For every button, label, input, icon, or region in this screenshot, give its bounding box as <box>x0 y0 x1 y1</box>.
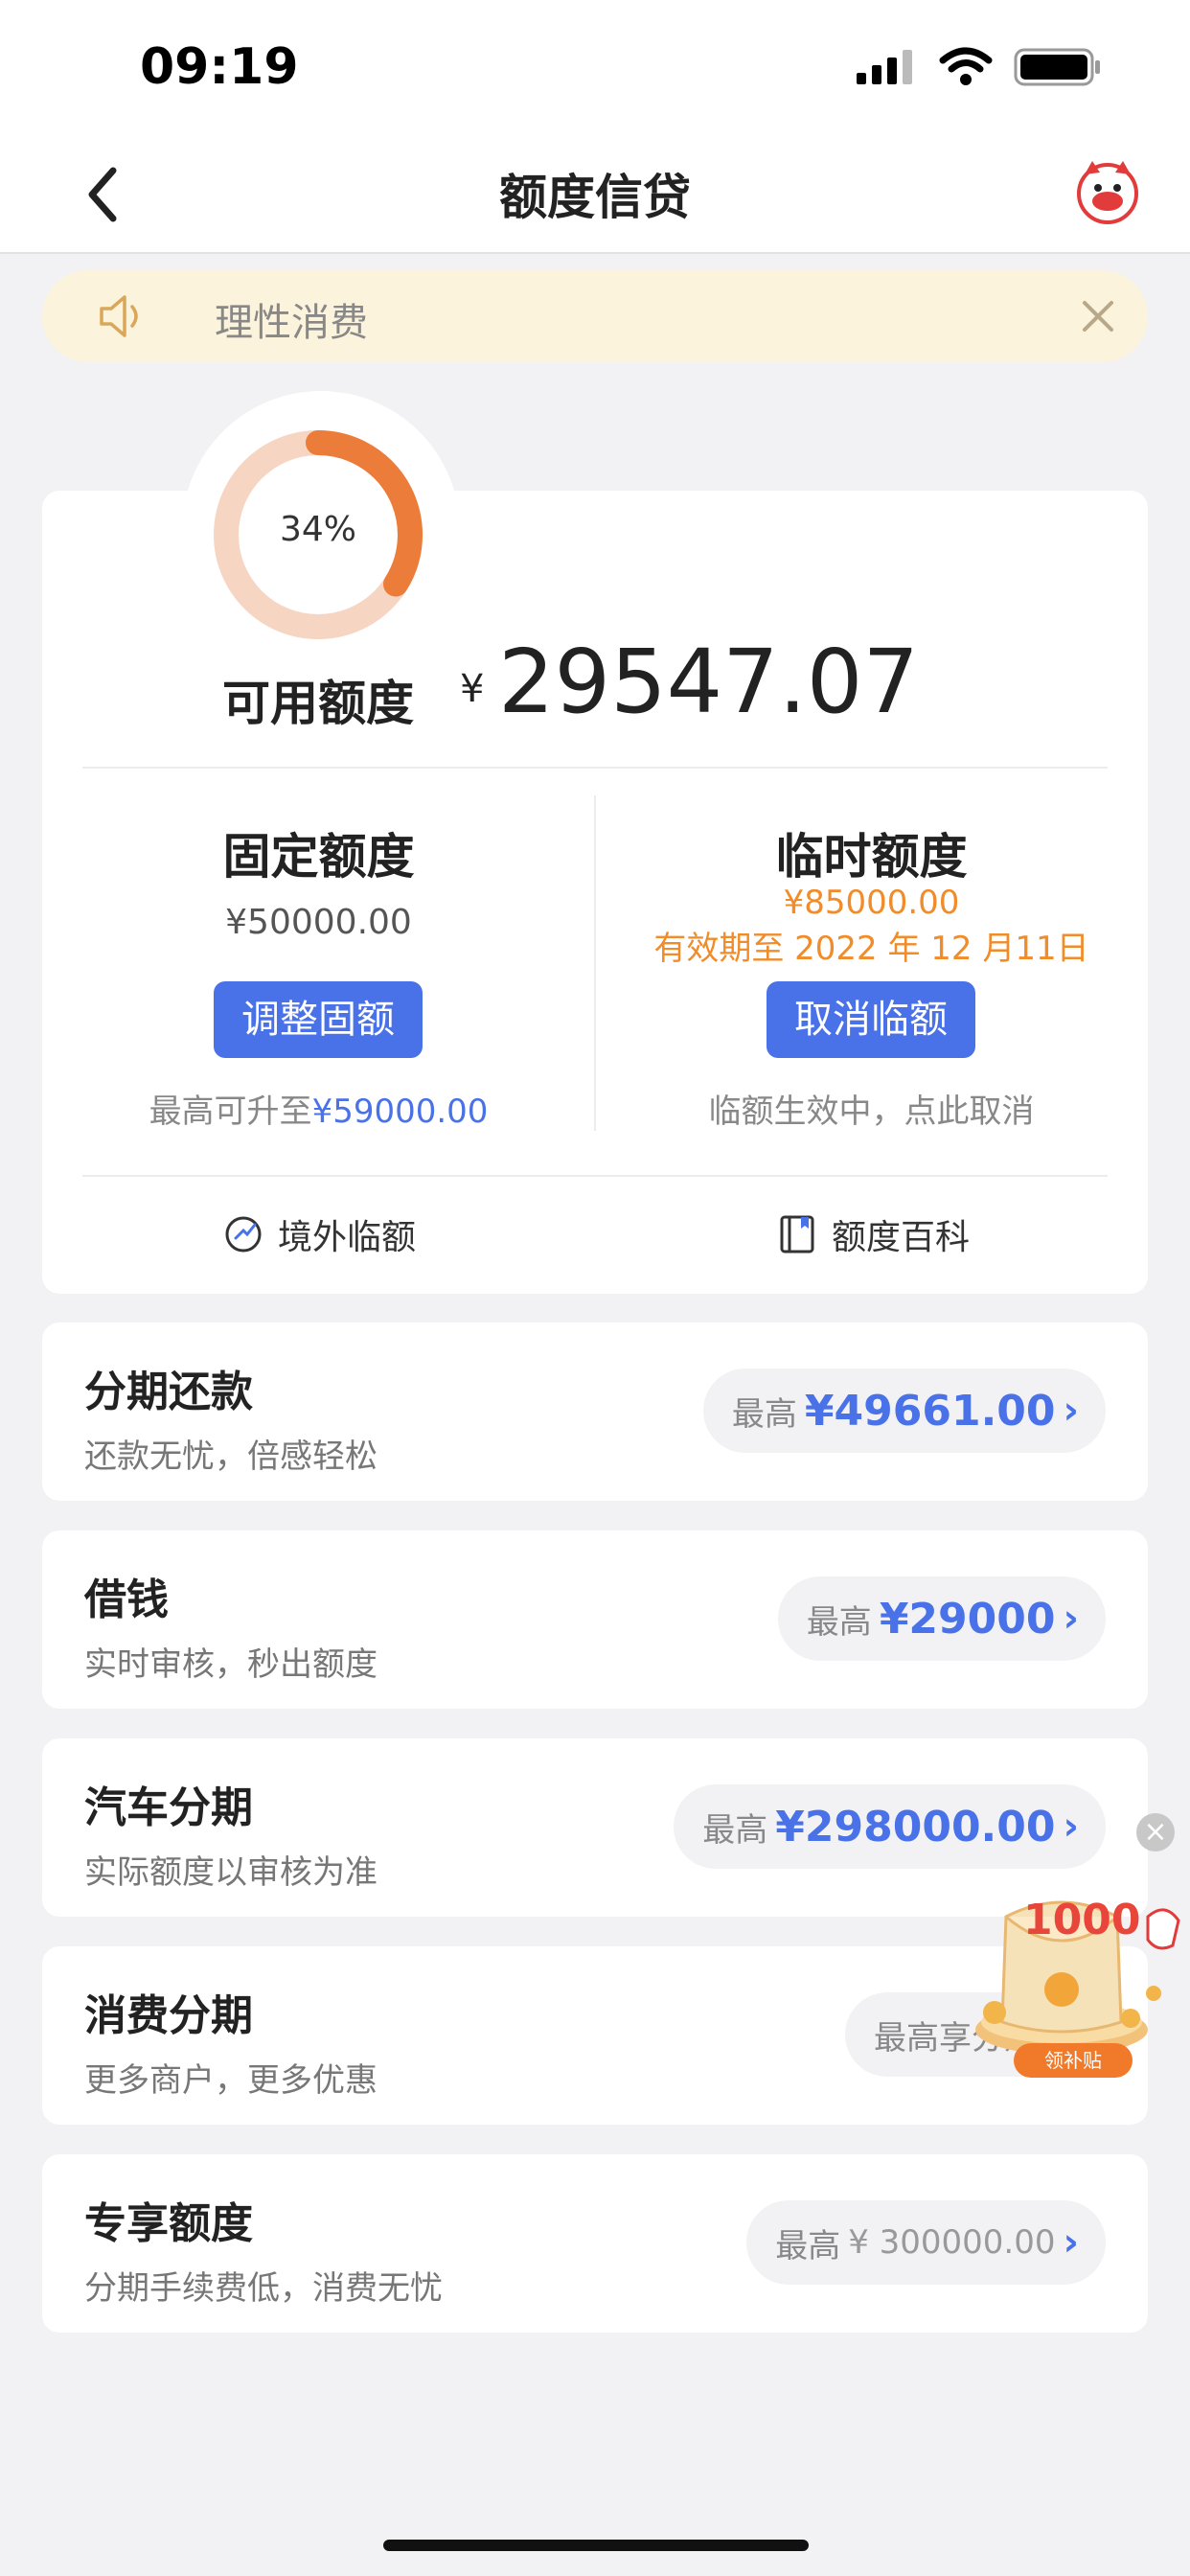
cancel-temp-button[interactable]: 取消临额 <box>767 981 975 1058</box>
promo-amount: 1000 <box>1023 1896 1141 1944</box>
quick-link-label: 额度百科 <box>832 1218 971 1257</box>
notice-banner[interactable]: 理性消费 <box>42 270 1148 362</box>
service-title: 汽车分期 <box>84 1783 253 1832</box>
fixed-hint-prefix: 最高可升至 <box>149 1092 312 1131</box>
status-icons <box>857 46 1102 88</box>
temp-amount: ¥85000.00 <box>783 884 960 922</box>
limit-pill[interactable]: 最高 ¥298000.00 › <box>674 1784 1106 1869</box>
temp-hint[interactable]: 临额生效中，点此取消 <box>595 1085 1148 1132</box>
mascot-icon[interactable] <box>1071 155 1144 228</box>
close-icon[interactable] <box>1077 295 1119 337</box>
service-card-exclusive-limit[interactable]: 专享额度 分期手续费低，消费无忧 最高 ¥ 300000.00 › <box>42 2154 1148 2333</box>
book-icon <box>780 1215 814 1254</box>
service-card-borrow[interactable]: 借钱 实时审核，秒出额度 最高 ¥29000 › <box>42 1530 1148 1709</box>
available-amount: 29547.07 <box>498 631 919 733</box>
page-title: 额度信贷 <box>499 170 691 225</box>
pill-prefix: 最高 <box>731 1394 797 1434</box>
promo-widget[interactable]: 1000 领补贴 <box>966 1878 1188 2089</box>
available-currency: ¥ <box>460 667 485 711</box>
divider <box>82 1175 1108 1177</box>
pill-amount: ¥29000 <box>879 1594 1056 1644</box>
pill-amount: ¥298000.00 <box>775 1802 1056 1852</box>
chevron-right-icon: › <box>1063 1597 1079 1641</box>
service-subtitle: 实际额度以审核为准 <box>84 1853 378 1892</box>
fixed-hint[interactable]: 最高可升至¥59000.00 <box>42 1085 595 1132</box>
limit-pill[interactable]: 最高 ¥49661.00 › <box>702 1368 1106 1453</box>
notice-text: 理性消费 <box>215 301 368 345</box>
service-subtitle: 还款无忧，倍感轻松 <box>84 1438 378 1476</box>
divider <box>82 767 1108 769</box>
temp-validity: 有效期至 2022 年 12 月11日 <box>653 930 1089 968</box>
speaker-icon <box>100 295 138 337</box>
battery-icon <box>1014 48 1100 86</box>
pill-prefix: 最高 <box>806 1602 872 1642</box>
service-title: 借钱 <box>84 1576 169 1624</box>
pill-prefix: 最高 <box>775 2226 841 2266</box>
adjust-fixed-button[interactable]: 调整固额 <box>214 981 423 1058</box>
quick-link-overseas[interactable]: 境外临额 <box>222 1209 416 1259</box>
temp-title: 临时额度 <box>775 829 968 885</box>
available-label: 可用额度 <box>222 676 414 731</box>
pill-amount: ¥ 300000.00 <box>848 2223 1056 2262</box>
service-title: 专享额度 <box>84 2199 253 2248</box>
service-subtitle: 分期手续费低，消费无忧 <box>84 2269 443 2308</box>
usage-percent: 34% <box>279 510 356 549</box>
pill-amount: ¥49661.00 <box>804 1386 1056 1436</box>
chevron-right-icon: › <box>1063 1805 1079 1849</box>
quick-link-label: 境外临额 <box>278 1218 417 1257</box>
service-subtitle: 更多商户，更多优惠 <box>84 2061 378 2100</box>
fixed-amount: ¥50000.00 <box>225 903 412 942</box>
status-time: 09:19 <box>140 38 299 96</box>
service-title: 分期还款 <box>84 1368 253 1416</box>
nav-bar: 额度信贷 <box>0 134 1190 254</box>
service-subtitle: 实时审核，秒出额度 <box>84 1645 378 1684</box>
signal-icon <box>857 50 912 84</box>
quick-link-wiki[interactable]: 额度百科 <box>776 1209 970 1259</box>
service-title: 消费分期 <box>84 1991 253 2040</box>
fixed-title: 固定额度 <box>222 829 415 885</box>
fixed-hint-amount: ¥59000.00 <box>311 1092 489 1131</box>
wifi-icon <box>939 47 993 85</box>
limit-pill[interactable]: 最高 ¥ 300000.00 › <box>746 2200 1106 2285</box>
home-indicator[interactable] <box>383 2540 809 2551</box>
chevron-right-icon: › <box>1063 1389 1079 1433</box>
limit-pill[interactable]: 最高 ¥29000 › <box>777 1576 1106 1661</box>
service-card-installment-repay[interactable]: 分期还款 还款无忧，倍感轻松 最高 ¥49661.00 › <box>42 1322 1148 1501</box>
claim-subsidy-button[interactable]: 领补贴 <box>1014 2043 1133 2078</box>
pill-prefix: 最高 <box>702 1810 768 1850</box>
status-bar: 09:19 <box>0 0 1190 134</box>
overseas-icon <box>225 1216 262 1253</box>
promo-close-icon[interactable]: × <box>1136 1813 1175 1852</box>
chevron-right-icon: › <box>1063 2220 1079 2265</box>
